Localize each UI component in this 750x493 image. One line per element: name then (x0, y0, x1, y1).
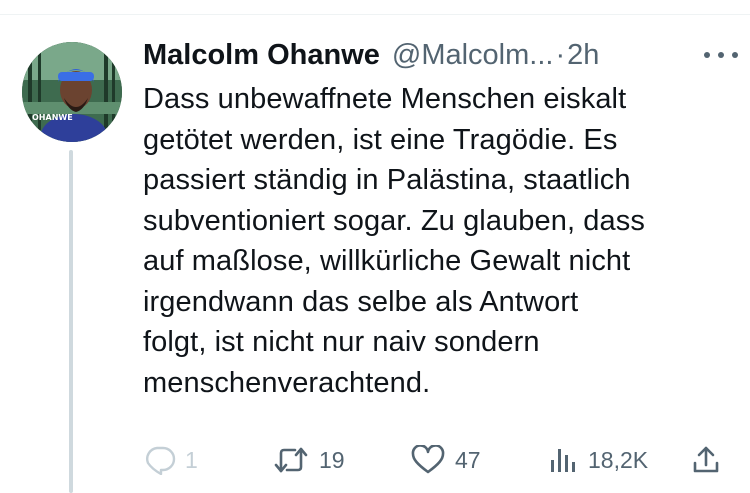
like-count: 47 (455, 446, 481, 473)
avatar-caption: OHANWE (32, 113, 73, 122)
action-bar: 1 19 47 18,2K (143, 440, 728, 480)
tweet-text: Dass unbewaffnete Menschen eiskalt getöt… (143, 79, 733, 403)
retweet-icon (274, 447, 308, 473)
tweet-text-line: irgendwann das selbe als Antwort (143, 285, 579, 318)
reply-button[interactable]: 1 (143, 440, 198, 480)
author-handle[interactable]: @Malcolm... (392, 36, 554, 74)
retweet-button[interactable]: 19 (273, 440, 345, 480)
tweet-text-line: folgt, ist nicht nur naiv sondern (143, 326, 540, 358)
share-icon (693, 446, 719, 473)
tweet-text-line: subventioniert sogar. Zu glauben, dass (143, 204, 645, 237)
views-icon (551, 449, 575, 472)
avatar[interactable]: OHANWE (22, 42, 122, 142)
thread-line (69, 150, 73, 493)
tweet-text-line: getötet werden, ist eine Tragödie. Es (143, 123, 618, 156)
tweet-text-line: Dass unbewaffnete Menschen eiskalt (143, 83, 627, 115)
tweet-text-line: auf maßlose, willkürliche Gewalt nicht (143, 245, 631, 277)
retweet-count: 19 (319, 446, 345, 473)
timestamp[interactable]: 2h (567, 36, 599, 74)
tweet-header: Malcolm Ohanwe @Malcolm... · 2h (143, 36, 728, 74)
tweet-text-line: passiert ständig in Palästina, staatlich (143, 164, 631, 196)
more-options-icon[interactable] (704, 44, 738, 66)
avatar-image: OHANWE (22, 42, 122, 142)
heart-icon (411, 445, 445, 474)
like-button[interactable]: 47 (411, 440, 481, 480)
top-divider (0, 14, 750, 15)
tweet-text-line: menschenverachtend. (143, 366, 431, 399)
separator-dot: · (555, 39, 566, 71)
author-name[interactable]: Malcolm Ohanwe (143, 36, 380, 74)
views-count: 18,2K (588, 446, 649, 473)
reply-icon (146, 446, 176, 475)
share-button[interactable] (691, 440, 721, 480)
views-button[interactable]: 18,2K (548, 440, 648, 480)
reply-count: 1 (185, 446, 198, 473)
